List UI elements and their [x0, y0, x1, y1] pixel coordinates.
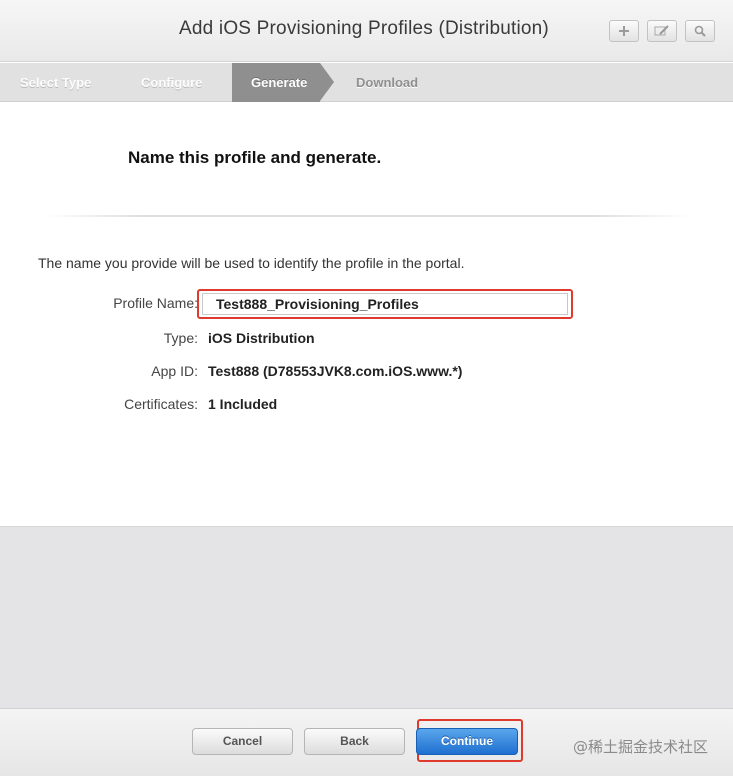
step-generate[interactable]: Generate — [232, 63, 335, 102]
cancel-button[interactable]: Cancel — [192, 728, 293, 755]
certificates-label: Certificates: — [124, 396, 198, 412]
step-generate-label: Generate — [251, 75, 308, 90]
plus-icon — [619, 26, 629, 36]
step-bar: Select Type Configure Generate Download — [0, 63, 733, 102]
type-value: iOS Distribution — [208, 330, 315, 346]
page-header: Add iOS Provisioning Profiles (Distribut… — [0, 0, 733, 62]
main-content: Name this profile and generate. The name… — [0, 103, 733, 526]
step-active-arrow — [320, 63, 334, 101]
edit-icon — [654, 25, 669, 36]
type-label: Type: — [163, 330, 198, 346]
watermark: @稀土掘金技术社区 — [573, 738, 709, 756]
app-id-value: Test888 (D78553JVK8.com.iOS.www.*) — [208, 363, 463, 379]
search-button[interactable] — [685, 20, 715, 42]
divider — [45, 215, 690, 217]
profile-name-label: Profile Name: — [113, 295, 198, 311]
empty-panel — [0, 526, 733, 708]
intro-text: The name you provide will be used to ide… — [38, 255, 465, 271]
step-select-type[interactable]: Select Type — [20, 63, 91, 102]
continue-button[interactable]: Continue — [416, 728, 518, 755]
search-icon — [694, 25, 706, 37]
add-button[interactable] — [609, 20, 639, 42]
profile-name-highlight — [197, 289, 573, 319]
certificates-value: 1 Included — [208, 396, 278, 412]
back-button[interactable]: Back — [304, 728, 405, 755]
profile-name-input[interactable] — [202, 293, 568, 315]
section-heading: Name this profile and generate. — [128, 148, 382, 167]
step-download[interactable]: Download — [356, 63, 418, 102]
step-configure[interactable]: Configure — [141, 63, 202, 102]
app-id-label: App ID: — [151, 363, 198, 379]
edit-button[interactable] — [647, 20, 677, 42]
